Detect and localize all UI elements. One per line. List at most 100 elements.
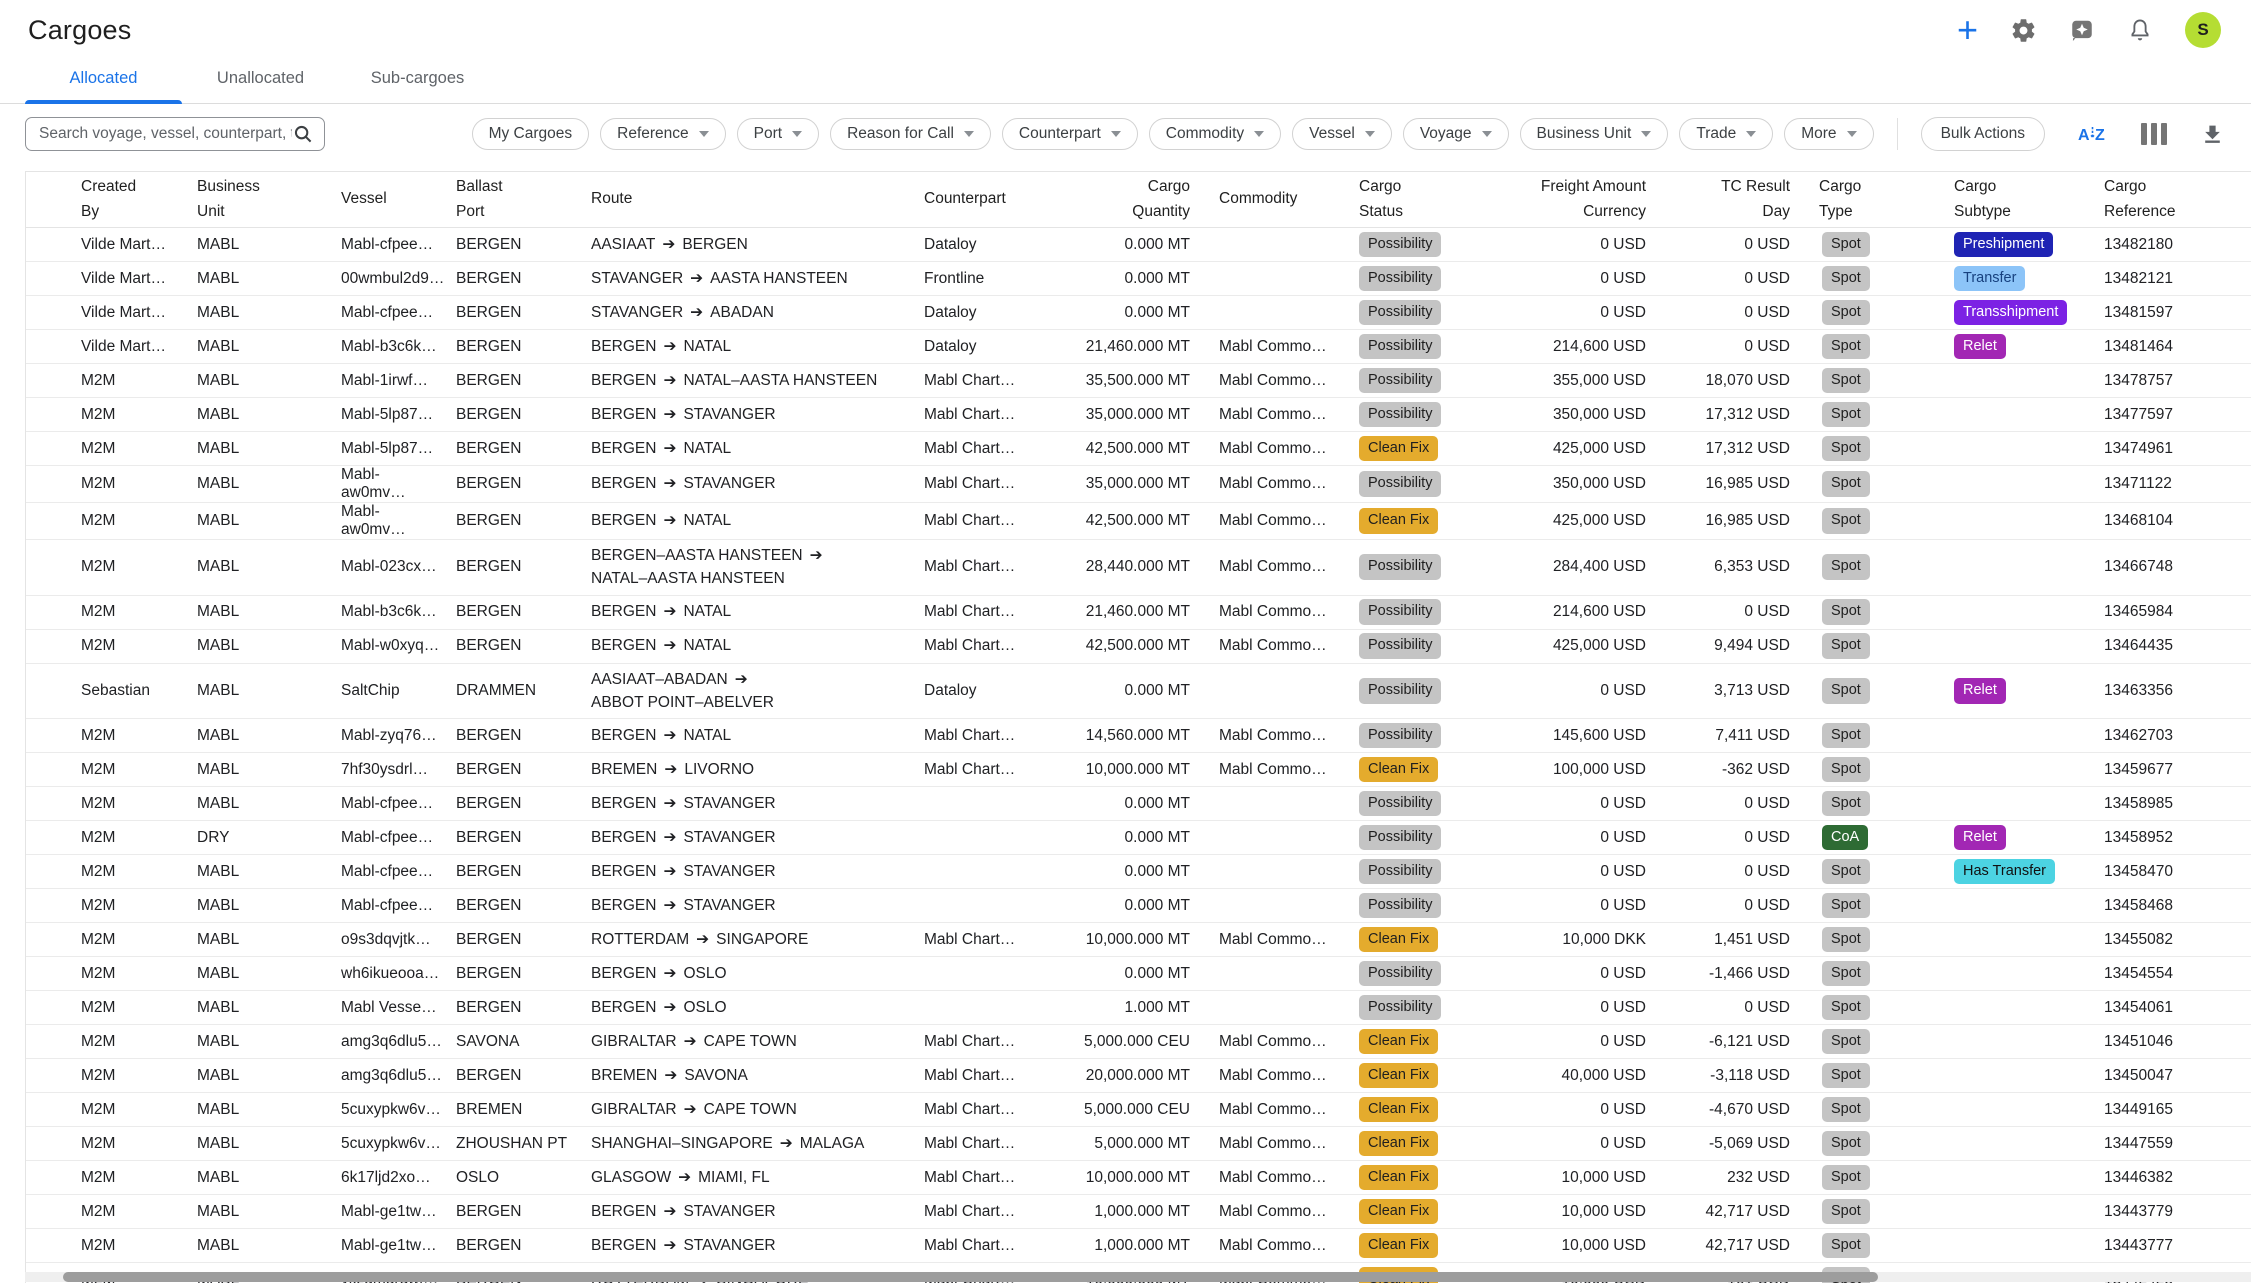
table-row[interactable]: M2M MABL 5cuxypkw6v… BREMEN GIBRALTAR➔CA… <box>26 1093 2251 1127</box>
cargo-reference-cell: 13474961 <box>2104 440 2251 458</box>
cargo-type-cell: Spot <box>1819 678 1954 704</box>
filter-chip-commodity[interactable]: Commodity <box>1149 118 1281 150</box>
table-row[interactable]: M2M MABL wh6ikueooa… BERGEN BERGEN➔OSLO … <box>26 957 2251 991</box>
column-header-commodity[interactable]: Commodity <box>1219 187 1359 211</box>
route-from: GIBRALTAR <box>591 1101 677 1118</box>
ballast-port-cell: BERGEN <box>456 1067 591 1085</box>
freight-amount-cell: 0 USD <box>1501 965 1675 983</box>
table-row[interactable]: Vilde Mart… MABL 00wmbul2d9… BERGEN STAV… <box>26 262 2251 296</box>
filter-chip-voyage[interactable]: Voyage <box>1403 118 1509 150</box>
table-row[interactable]: M2M MABL Mabl-1irwf… BERGEN BERGEN➔NATAL… <box>26 364 2251 398</box>
table-row[interactable]: M2M MABL amg3q6dlu5… SAVONA GIBRALTAR➔CA… <box>26 1025 2251 1059</box>
tab-sub-cargoes[interactable]: Sub-cargoes <box>339 58 496 103</box>
filter-chip-more[interactable]: More <box>1784 118 1873 150</box>
filter-chip-label: Business Unit <box>1537 125 1632 143</box>
table-row[interactable]: M2M MABL Mabl-5lp87… BERGEN BERGEN➔NATAL… <box>26 432 2251 466</box>
ballast-port-cell: BERGEN <box>456 795 591 813</box>
table-row[interactable]: M2M MABL Mabl-aw0mv… BERGEN BERGEN➔NATAL… <box>26 503 2251 540</box>
cargo-reference-cell: 13478757 <box>2104 372 2251 390</box>
table-row[interactable]: M2M MABL Mabl-cfpee… BERGEN BERGEN➔STAVA… <box>26 855 2251 889</box>
filter-chip-counterpart[interactable]: Counterpart <box>1002 118 1138 150</box>
route-to: ABADAN <box>710 301 774 324</box>
table-row[interactable]: Vilde Mart… MABL Mabl-cfpee… BERGEN AASI… <box>26 228 2251 262</box>
table-row[interactable]: M2M MABL Mabl-aw0mv… BERGEN BERGEN➔STAVA… <box>26 466 2251 503</box>
column-header-vessel[interactable]: Vessel <box>341 187 456 211</box>
add-cargo-button[interactable]: + <box>1957 16 1978 44</box>
tc-result-cell: 3,713 USD <box>1675 682 1819 700</box>
cargo-quantity-cell: 35,000.000 MT <box>1061 475 1219 493</box>
table-row[interactable]: M2M DRY Mabl-cfpee… BERGEN BERGEN➔STAVAN… <box>26 821 2251 855</box>
assistant-badge-icon[interactable] <box>2069 17 2095 43</box>
table-row[interactable]: M2M MABL 5cuxypkw6v… ZHOUSHAN PT SHANGHA… <box>26 1127 2251 1161</box>
table-row[interactable]: M2M MABL Mabl-cfpee… BERGEN BERGEN➔STAVA… <box>26 787 2251 821</box>
cargo-quantity-cell: 0.000 MT <box>1061 897 1219 915</box>
column-header-tc-result-day[interactable]: TC Result Day <box>1675 175 1819 223</box>
table-row[interactable]: M2M MABL Mabl-023cx… BERGEN BERGEN–AASTA… <box>26 540 2251 596</box>
table-row[interactable]: M2M MABL o9s3dqvjtk… BERGEN ROTTERDAM➔SI… <box>26 923 2251 957</box>
table-row[interactable]: Vilde Mart… MABL Mabl-cfpee… BERGEN STAV… <box>26 296 2251 330</box>
created-by-cell: M2M <box>81 637 197 655</box>
filter-chip-trade[interactable]: Trade <box>1679 118 1773 150</box>
column-header-counterpart[interactable]: Counterpart <box>924 187 1061 211</box>
filter-chip-business-unit[interactable]: Business Unit <box>1520 118 1669 150</box>
filter-chip-label: Reference <box>617 125 689 143</box>
filter-chip-my-cargoes[interactable]: My Cargoes <box>472 118 590 150</box>
column-header-business-unit[interactable]: Business Unit <box>197 175 341 223</box>
table-row[interactable]: M2M MABL 7hf30ysdrl… BERGEN BREMEN➔LIVOR… <box>26 753 2251 787</box>
vessel-cell: Mabl-aw0mv… <box>341 466 456 502</box>
column-header-created-by[interactable]: Created By <box>81 175 197 223</box>
column-header-freight-amount-currency[interactable]: Freight Amount Currency <box>1501 175 1675 223</box>
route-to: STAVANGER <box>683 1234 775 1257</box>
notifications-bell-icon[interactable] <box>2127 17 2153 43</box>
cargo-type-cell: CoA <box>1819 825 1954 851</box>
search-box[interactable] <box>25 117 325 151</box>
table-row[interactable]: M2M MABL Mabl-ge1tw… BERGEN BERGEN➔STAVA… <box>26 1229 2251 1263</box>
search-input[interactable] <box>39 125 292 143</box>
user-avatar[interactable]: S <box>2185 12 2221 48</box>
cargo-type-cell: Spot <box>1819 961 1954 987</box>
table-row[interactable]: Sebastian MABL SaltChip DRAMMEN AASIAAT–… <box>26 664 2251 720</box>
column-header-route[interactable]: Route <box>591 187 924 211</box>
download-icon[interactable] <box>2200 122 2225 147</box>
column-header-cargo-subtype[interactable]: Cargo Subtype <box>1954 175 2104 223</box>
filter-chip-reason-for-call[interactable]: Reason for Call <box>830 118 991 150</box>
columns-icon[interactable] <box>2141 123 2167 145</box>
cargo-reference-cell: 13464435 <box>2104 637 2251 655</box>
table-row[interactable]: M2M MABL Mabl-zyq76… BERGEN BERGEN➔NATAL… <box>26 719 2251 753</box>
cargo-reference-cell: 13477597 <box>2104 406 2251 424</box>
column-header-cargo-reference[interactable]: Cargo Reference <box>2104 175 2251 223</box>
table-row[interactable]: Vilde Mart… MABL Mabl-b3c6k… BERGEN BERG… <box>26 330 2251 364</box>
table-row[interactable]: M2M MABL amg3q6dlu5… BERGEN BREMEN➔SAVON… <box>26 1059 2251 1093</box>
filter-chip-port[interactable]: Port <box>737 118 819 150</box>
horizontal-scrollbar-thumb[interactable] <box>63 1272 1878 1282</box>
tab-allocated[interactable]: Allocated <box>25 58 182 103</box>
status-badge: Clean Fix <box>1359 508 1438 534</box>
table-row[interactable]: M2M MABL Mabl-5lp87… BERGEN BERGEN➔STAVA… <box>26 398 2251 432</box>
sort-alpha-icon[interactable]: AZ <box>2078 121 2108 147</box>
route-arrow-icon: ➔ <box>684 1033 697 1050</box>
tab-unallocated[interactable]: Unallocated <box>182 58 339 103</box>
table-row[interactable]: M2M MABL Mabl-b3c6k… BERGEN BERGEN➔NATAL… <box>26 596 2251 630</box>
settings-gear-icon[interactable] <box>2010 17 2037 44</box>
table-row[interactable]: M2M MABL 6k17ljd2xo… OSLO GLASGOW➔MIAMI,… <box>26 1161 2251 1195</box>
column-header-cargo-type[interactable]: Cargo Type <box>1819 175 1954 223</box>
cargo-type-cell: Spot <box>1819 300 1954 326</box>
column-header-cargo-status[interactable]: Cargo Status <box>1359 175 1501 223</box>
table-row[interactable]: M2M MABL Mabl-w0xyq… BERGEN BERGEN➔NATAL… <box>26 630 2251 664</box>
commodity-cell: Mabl Commo… <box>1219 1203 1359 1221</box>
table-row[interactable]: M2M MABL Mabl-cfpee… BERGEN BERGEN➔STAVA… <box>26 889 2251 923</box>
route-cell: SHANGHAI–SINGAPORE➔MALAGA <box>591 1128 924 1159</box>
route-arrow-icon: ➔ <box>663 999 676 1016</box>
bulk-actions-button[interactable]: Bulk Actions <box>1921 117 2045 151</box>
filter-chip-reference[interactable]: Reference <box>600 118 726 150</box>
table-row[interactable]: M2M MABL Mabl Vesse… BERGEN BERGEN➔OSLO … <box>26 991 2251 1025</box>
freight-amount-cell: 0 USD <box>1501 829 1675 847</box>
tc-result-cell: 7,411 USD <box>1675 727 1819 745</box>
column-header-cargo-quantity[interactable]: Cargo Quantity <box>1061 175 1219 223</box>
column-header-ballast-port[interactable]: Ballast Port <box>456 175 591 223</box>
search-icon <box>292 123 314 145</box>
table-row[interactable]: M2M MABL Mabl-ge1tw… BERGEN BERGEN➔STAVA… <box>26 1195 2251 1229</box>
filter-chip-vessel[interactable]: Vessel <box>1292 118 1392 150</box>
chevron-down-icon <box>1482 131 1492 137</box>
cargo-reference-cell: 13482180 <box>2104 236 2251 254</box>
